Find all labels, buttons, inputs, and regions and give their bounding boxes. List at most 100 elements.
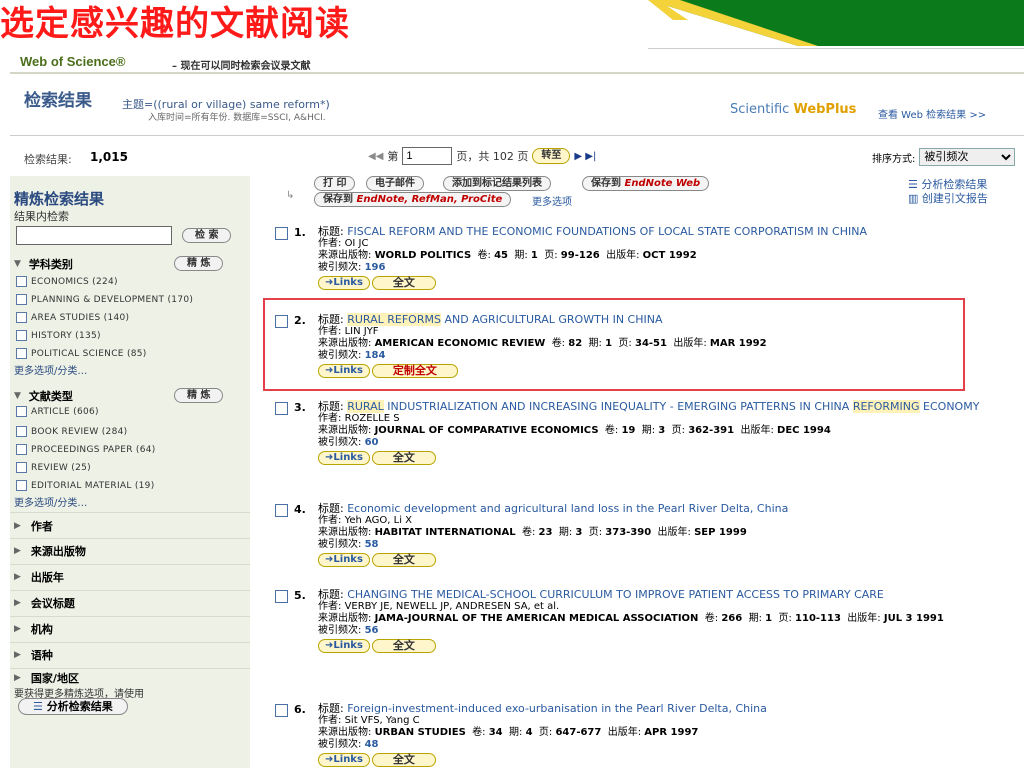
links-button[interactable]: ➜Links xyxy=(318,276,370,290)
facet-year[interactable]: ▶ 出版年 xyxy=(14,569,64,585)
wos-brand[interactable]: Web of Science® xyxy=(20,54,125,69)
checkbox[interactable] xyxy=(16,462,27,473)
record-checkbox[interactable] xyxy=(275,227,288,240)
title-label: 标题: xyxy=(318,702,344,715)
fulltext-button[interactable]: 全文 xyxy=(371,639,436,653)
facet-source[interactable]: ▶ 来源出版物 xyxy=(14,543,86,559)
collapsed-icon: ▶ xyxy=(14,673,21,683)
expand-icon: ▼ xyxy=(14,391,21,401)
refine-button[interactable]: 精 炼 xyxy=(174,388,224,403)
record-title[interactable]: ECONOMY xyxy=(920,400,979,413)
record-checkbox[interactable] xyxy=(275,402,288,415)
webplus-left: Scientific xyxy=(730,102,794,117)
add-to-marked-button[interactable]: 添加到标记结果列表 xyxy=(443,176,551,191)
order-fulltext-button[interactable]: 定制全文 xyxy=(371,364,458,378)
save-endnote-button[interactable]: 保存到 EndNote, RefMan, ProCite xyxy=(314,192,512,207)
record-date: OCT 1992 xyxy=(642,250,697,261)
fulltext-button[interactable]: 全文 xyxy=(371,553,436,567)
doctype-item[interactable]: ARTICLE (606) xyxy=(16,406,99,417)
subject-category-header[interactable]: ▼ 学科类别 xyxy=(14,256,73,272)
doctype-item[interactable]: PROCEEDINGS PAPER (64) xyxy=(16,444,156,455)
record-cites[interactable]: 196 xyxy=(365,262,386,273)
facet-author[interactable]: ▶ 作者 xyxy=(14,518,53,534)
save-endnote-web-button[interactable]: 保存到 EndNote Web xyxy=(582,176,710,191)
subject-item[interactable]: POLITICAL SCIENCE (85) xyxy=(16,348,147,359)
checkbox[interactable] xyxy=(16,444,27,455)
links-button[interactable]: ➜Links xyxy=(318,753,370,767)
checkbox[interactable] xyxy=(16,330,27,341)
next-page-icon[interactable]: ▶ ▶| xyxy=(574,151,596,162)
cited-label: 被引频次: xyxy=(318,437,362,448)
links-button[interactable]: ➜Links xyxy=(318,639,370,653)
doctype-item[interactable]: EDITORIAL MATERIAL (19) xyxy=(16,480,155,491)
author-label: 作者: xyxy=(318,715,342,726)
doctype-item[interactable]: REVIEW (25) xyxy=(16,462,91,473)
links-label: Links xyxy=(333,277,363,288)
analyze-results-button[interactable]: ☰ 分析检索结果 xyxy=(18,698,128,715)
record-title-highlight[interactable]: RURAL REFORMS xyxy=(347,313,441,326)
more-options-link[interactable]: 更多选项/分类… xyxy=(14,362,87,377)
record-checkbox[interactable] xyxy=(275,504,288,517)
checkbox[interactable] xyxy=(16,294,27,305)
facet-country[interactable]: ▶ 国家/地区 xyxy=(14,670,79,686)
checkbox[interactable] xyxy=(16,312,27,323)
links-button[interactable]: ➜Links xyxy=(318,451,370,465)
print-button[interactable]: 打 印 xyxy=(314,176,356,191)
citation-report-link[interactable]: ▥ 创建引文报告 xyxy=(908,190,988,206)
email-button[interactable]: 电子邮件 xyxy=(366,176,424,191)
record-checkbox[interactable] xyxy=(275,704,288,717)
record-cites[interactable]: 48 xyxy=(365,739,379,750)
facet-language[interactable]: ▶ 语种 xyxy=(14,647,53,663)
fulltext-button[interactable]: 全文 xyxy=(371,753,436,767)
subject-item[interactable]: PLANNING & DEVELOPMENT (170) xyxy=(16,294,193,305)
sort-select[interactable]: 被引频次 xyxy=(919,148,1016,166)
fulltext-button[interactable]: 全文 xyxy=(371,451,436,465)
links-button[interactable]: ➜Links xyxy=(318,364,370,378)
doctype-item[interactable]: BOOK REVIEW (284) xyxy=(16,426,127,437)
record-title[interactable]: INDUSTRIALIZATION AND INCREASING INEQUAL… xyxy=(384,400,853,413)
record-cites[interactable]: 184 xyxy=(365,350,386,361)
record-title[interactable]: Economic development and agricultural la… xyxy=(347,502,788,515)
record-title[interactable]: CHANGING THE MEDICAL-SCHOOL CURRICULUM T… xyxy=(347,588,884,601)
refine-button[interactable]: 精 炼 xyxy=(174,256,224,271)
goto-button[interactable]: 转至 xyxy=(532,148,571,164)
more-options-link[interactable]: 更多选项 xyxy=(532,193,572,208)
checkbox[interactable] xyxy=(16,406,27,417)
record-cites[interactable]: 58 xyxy=(365,539,379,550)
record-checkbox[interactable] xyxy=(275,315,288,328)
checkbox[interactable] xyxy=(16,480,27,491)
issue-label: 期: xyxy=(509,727,523,738)
facet-institution[interactable]: ▶ 机构 xyxy=(14,621,53,637)
links-button[interactable]: ➜Links xyxy=(318,553,370,567)
subject-item[interactable]: HISTORY (135) xyxy=(16,330,101,341)
webplus-link[interactable]: 查看 Web 检索结果 >> xyxy=(878,106,986,121)
first-page-icon[interactable]: ◀◀ xyxy=(368,151,383,162)
fulltext-button[interactable]: 全文 xyxy=(371,276,436,290)
subject-item[interactable]: AREA STUDIES (140) xyxy=(16,312,129,323)
checkbox[interactable] xyxy=(16,426,27,437)
record-title-highlight[interactable]: RURAL xyxy=(347,400,384,413)
page-navigation: ◀◀ 第 页，共 102 页 转至 ▶ ▶| xyxy=(368,147,596,165)
record-title[interactable]: Foreign-investment-induced exo-urbanisat… xyxy=(347,702,767,715)
author-label: 作者: xyxy=(318,601,342,612)
webplus-logo[interactable]: Scientific WebPlus xyxy=(730,102,856,117)
doctype-header[interactable]: ▼ 文献类型 xyxy=(14,388,73,404)
page-input[interactable] xyxy=(402,147,453,165)
doctype-label: EDITORIAL MATERIAL (19) xyxy=(31,480,155,491)
search-within-button[interactable]: 检 索 xyxy=(182,228,232,243)
facet-conference[interactable]: ▶ 会议标题 xyxy=(14,595,75,611)
record-volume: 266 xyxy=(721,613,743,624)
record-cites[interactable]: 60 xyxy=(365,437,379,448)
more-options-link[interactable]: 更多选项/分类… xyxy=(14,494,87,509)
checkbox[interactable] xyxy=(16,348,27,359)
divider xyxy=(648,48,1024,49)
record-title[interactable]: FISCAL REFORM AND THE ECONOMIC FOUNDATIO… xyxy=(347,225,867,238)
search-within-input[interactable] xyxy=(16,226,172,245)
record-cites[interactable]: 56 xyxy=(365,625,379,636)
record-checkbox[interactable] xyxy=(275,590,288,603)
subject-item[interactable]: ECONOMICS (224) xyxy=(16,276,118,287)
record-title[interactable]: AND AGRICULTURAL GROWTH IN CHINA xyxy=(441,313,662,326)
links-label: Links xyxy=(333,452,363,463)
record-title-highlight[interactable]: REFORMING xyxy=(852,400,920,413)
checkbox[interactable] xyxy=(16,276,27,287)
